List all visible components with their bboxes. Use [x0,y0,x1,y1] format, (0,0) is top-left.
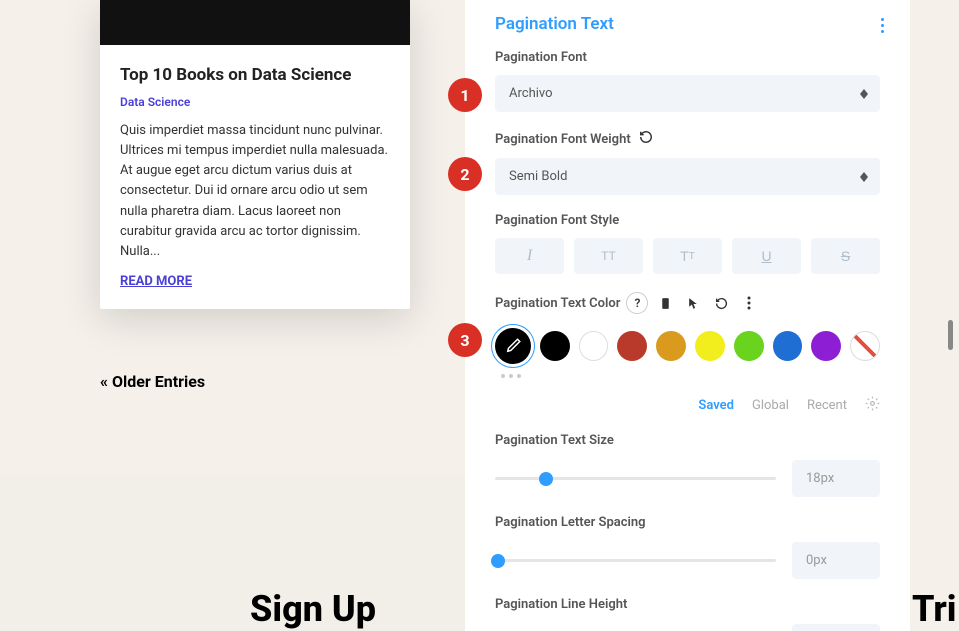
more-colors-icon[interactable] [501,374,880,378]
text-color-label: Pagination Text Color [495,296,620,311]
hover-icon[interactable] [682,292,704,314]
preview-area: Top 10 Books on Data Science Data Scienc… [0,0,465,631]
section-title: Pagination Text [495,14,614,34]
letter-spacing-slider[interactable] [495,559,776,562]
gear-icon[interactable] [865,396,880,415]
letter-spacing-value[interactable]: 0px [792,542,880,579]
weight-label: Pagination Font Weight [495,130,880,148]
color-swatch-yellow[interactable] [695,331,725,361]
color-swatch-white[interactable] [579,331,609,361]
color-tabs: Saved Global Recent [495,396,880,415]
smallcaps-button[interactable]: TT [653,238,722,274]
color-swatch-purple[interactable] [811,331,841,361]
font-style-field: Pagination Font Style I TT TT U S [495,213,880,274]
tab-recent[interactable]: Recent [807,398,847,413]
font-field: Pagination Font Archivo [495,50,880,112]
color-picker-swatch[interactable] [495,328,531,364]
tab-saved[interactable]: Saved [698,398,734,413]
slider-thumb[interactable] [491,554,505,568]
text-size-value[interactable]: 18px [792,460,880,497]
card-image [100,0,410,45]
older-entries-link[interactable]: « Older Entries [100,372,205,391]
card-body: Top 10 Books on Data Science Data Scienc… [100,45,410,309]
font-style-buttons: I TT TT U S [495,238,880,274]
font-select[interactable]: Archivo [495,75,880,112]
color-swatches [495,328,880,364]
read-more-link[interactable]: READ MORE [120,274,192,289]
signup-heading: Sign Up [250,588,376,630]
panel-scrollbar[interactable] [948,320,953,350]
weight-select[interactable]: Semi Bold [495,158,880,195]
letter-spacing-label: Pagination Letter Spacing [495,515,880,530]
line-height-label: Pagination Line Height [495,597,880,612]
weight-field: Pagination Font Weight Semi Bold [495,130,880,195]
callout-1: 1 [448,78,482,112]
select-arrows-icon [860,89,868,99]
slider-thumb[interactable] [539,472,553,486]
signup-section [0,475,465,631]
color-swatch-black[interactable] [540,331,570,361]
line-height-field: Pagination Line Height 1.7em [495,597,880,631]
text-size-field: Pagination Text Size 18px [495,433,880,497]
blog-card: Top 10 Books on Data Science Data Scienc… [100,0,410,309]
device-icon[interactable] [654,292,676,314]
uppercase-button[interactable]: TT [574,238,643,274]
weight-value: Semi Bold [509,169,567,184]
italic-button[interactable]: I [495,238,564,274]
line-height-value[interactable]: 1.7em [792,624,880,631]
card-excerpt: Quis imperdiet massa tincidunt nunc pulv… [120,121,390,262]
font-label: Pagination Font [495,50,880,65]
underline-button[interactable]: U [732,238,801,274]
section-header[interactable]: Pagination Text [495,14,880,34]
more-icon[interactable] [738,292,760,314]
reset-icon[interactable] [639,130,653,148]
text-color-field: Pagination Text Color ? [495,292,880,378]
callout-3: 3 [448,323,482,357]
color-swatch-green[interactable] [734,331,764,361]
text-color-label-row: Pagination Text Color ? [495,292,880,314]
settings-panel: Pagination Text Pagination Font Archivo … [465,0,910,631]
card-title: Top 10 Books on Data Science [120,65,390,85]
text-size-label: Pagination Text Size [495,433,880,448]
section-menu-icon[interactable] [881,18,884,33]
color-swatch-blue[interactable] [773,331,803,361]
color-swatch-red[interactable] [617,331,647,361]
help-icon[interactable]: ? [626,292,648,314]
color-swatch-none[interactable] [850,331,880,361]
font-value: Archivo [509,86,553,101]
reset-icon[interactable] [710,292,732,314]
signup-heading-suffix: Tri [912,588,956,630]
select-arrows-icon [860,172,868,182]
strikethrough-button[interactable]: S [811,238,880,274]
callout-2: 2 [448,157,482,191]
color-swatch-orange[interactable] [656,331,686,361]
letter-spacing-field: Pagination Letter Spacing 0px [495,515,880,579]
tab-global[interactable]: Global [752,398,789,413]
font-style-label: Pagination Font Style [495,213,880,228]
card-category[interactable]: Data Science [120,95,390,109]
text-size-slider[interactable] [495,477,776,480]
